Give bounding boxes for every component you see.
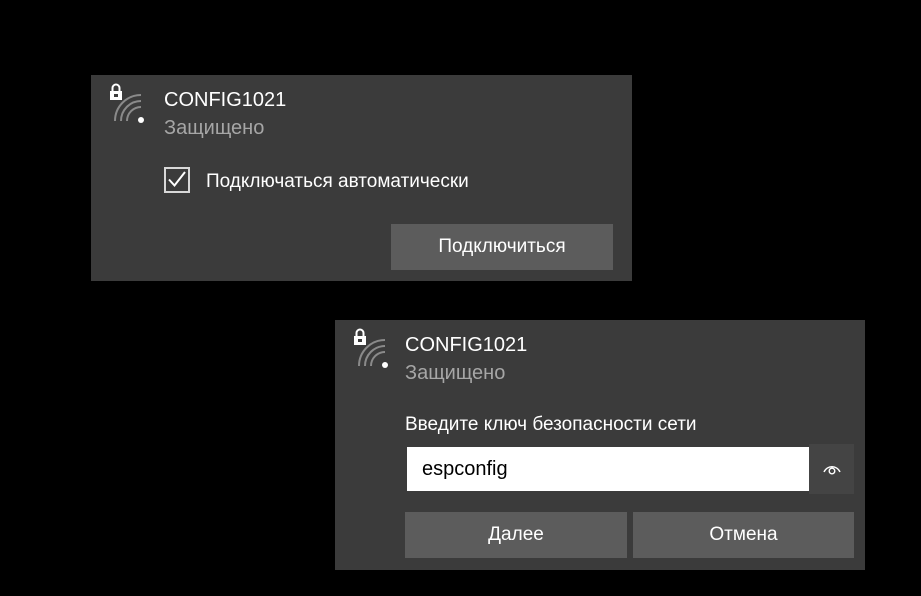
reveal-password-button[interactable]	[809, 444, 854, 494]
network-name: CONFIG1021	[405, 334, 528, 356]
wifi-key-panel: CONFIG1021 Защищено Введите ключ безопас…	[335, 320, 865, 570]
lock-icon	[354, 328, 366, 345]
wifi-network-icon-group	[109, 83, 149, 125]
next-button[interactable]: Далее	[405, 512, 627, 558]
reveal-password-icon	[822, 466, 841, 475]
security-key-prompt: Введите ключ безопасности сети	[405, 414, 697, 435]
security-key-field[interactable]	[407, 447, 809, 491]
connect-button[interactable]: Подключиться	[391, 224, 613, 270]
auto-connect-checkbox[interactable]	[164, 167, 190, 193]
wifi-network-icon-group	[353, 328, 393, 370]
auto-connect-label[interactable]: Подключаться автоматически	[206, 171, 469, 193]
security-status: Защищено	[405, 362, 506, 384]
network-name: CONFIG1021	[164, 89, 287, 111]
wifi-connect-panel: CONFIG1021 Защищено Подключаться автомат…	[91, 75, 632, 281]
cancel-button[interactable]: Отмена	[633, 512, 854, 558]
security-key-input[interactable]	[407, 447, 809, 491]
security-status: Защищено	[164, 117, 265, 139]
lock-icon	[110, 83, 122, 100]
checkmark-icon	[168, 171, 186, 188]
